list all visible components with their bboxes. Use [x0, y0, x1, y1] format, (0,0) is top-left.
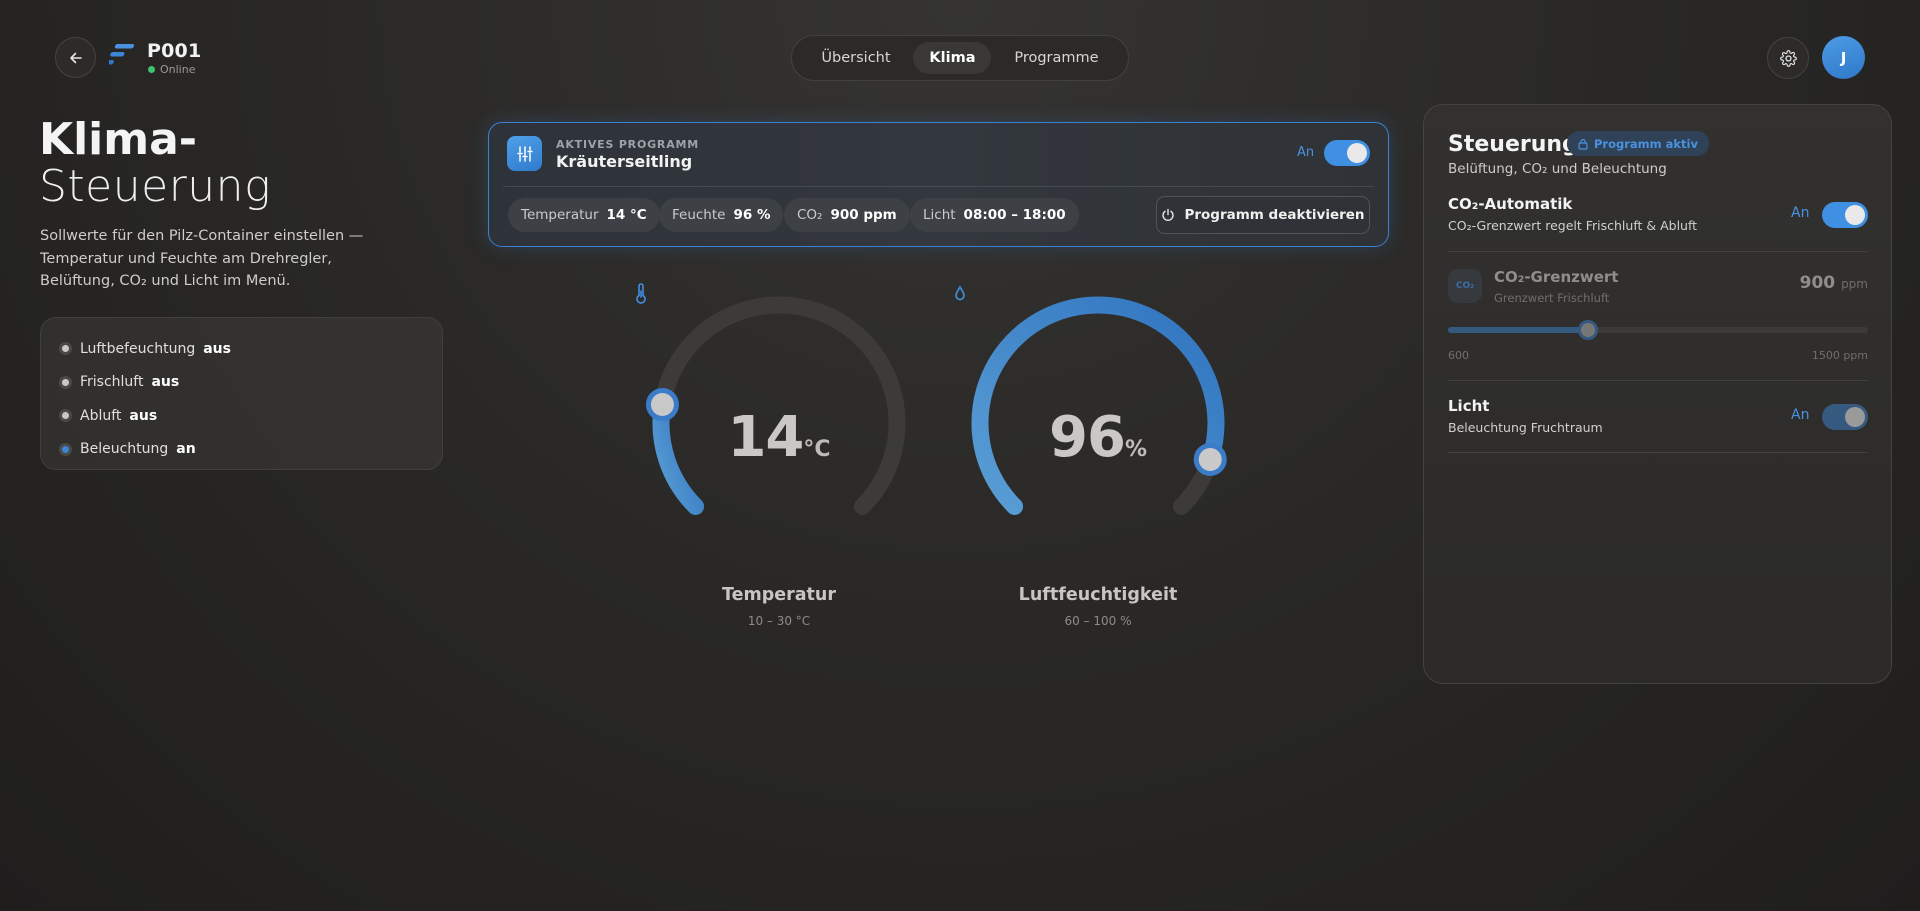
light-state: An: [1791, 407, 1810, 423]
settings-button[interactable]: [1767, 37, 1809, 79]
device-status: Online: [148, 63, 195, 76]
status-item-luftbefeuchtung: Luftbefeuchtung aus: [59, 332, 424, 366]
chip-value: 08:00 – 18:00: [963, 207, 1066, 223]
light-subtitle: Beleuchtung Fruchtraum: [1448, 420, 1603, 435]
status-led-icon: [59, 409, 72, 423]
tab-programme[interactable]: Programme: [998, 42, 1114, 74]
page-title-light: Steuerung: [39, 161, 271, 212]
humidity-dial[interactable]: 96%: [953, 283, 1243, 553]
program-active-badge: Programm aktiv: [1567, 131, 1709, 156]
slider-max-label: 1500 ppm: [1811, 349, 1868, 362]
light-title: Licht: [1448, 397, 1490, 415]
status-item-state: aus: [203, 340, 231, 357]
droplet-icon: [955, 285, 965, 301]
chip-co2: CO₂ 900 ppm: [784, 198, 910, 232]
gear-icon: [1779, 49, 1797, 67]
temperature-unit: °C: [803, 437, 831, 462]
back-button[interactable]: [55, 37, 96, 78]
temperature-number: 14: [727, 405, 804, 470]
divider: [503, 186, 1374, 187]
program-active-badge-label: Programm aktiv: [1594, 136, 1698, 151]
power-icon: [1162, 208, 1175, 221]
tab-klima[interactable]: Klima: [913, 42, 992, 74]
panel-subtitle: Belüftung, CO₂ und Beleuchtung: [1448, 161, 1667, 177]
panel-title: Steuerung: [1448, 132, 1578, 157]
chip-licht: Licht 08:00 – 18:00: [910, 198, 1079, 232]
divider: [1448, 452, 1867, 453]
page-title-bold: Klima-: [39, 114, 198, 165]
chip-feuchte: Feuchte 96 %: [659, 198, 784, 232]
humidity-number: 96: [1049, 405, 1126, 470]
slider-fill: [1448, 327, 1588, 333]
co2-icon: CO₂: [1448, 269, 1482, 303]
co2-limit-value: 900 ppm: [1784, 273, 1868, 293]
status-item-state: aus: [129, 407, 158, 424]
program-name: Kräuterseitling: [556, 152, 693, 171]
humidity-unit: %: [1124, 437, 1147, 462]
slider-thumb[interactable]: [1577, 320, 1598, 340]
device-status-text: Online: [160, 63, 196, 76]
divider: [1448, 251, 1867, 252]
thermometer-icon: [636, 283, 646, 304]
status-item-state: aus: [151, 374, 180, 391]
chip-label: Feuchte: [672, 207, 726, 223]
device-name: P001: [147, 40, 202, 62]
status-item-label: Frischluft: [80, 374, 144, 391]
main-tabs: Übersicht Klima Programme: [791, 35, 1129, 81]
program-toggle[interactable]: [1324, 140, 1370, 166]
chip-value: 14 °C: [606, 207, 647, 223]
chip-value: 900 ppm: [830, 207, 897, 223]
status-led-icon: [59, 375, 72, 389]
status-item-label: Abluft: [80, 407, 122, 424]
deactivate-program-button[interactable]: Programm deaktivieren: [1156, 196, 1370, 234]
control-panel: Steuerung Programm aktiv Belüftung, CO₂ …: [1423, 104, 1892, 684]
co2-limit-unit: ppm: [1841, 277, 1868, 291]
program-label: AKTIVES PROGRAMM: [556, 138, 700, 151]
chip-label: Temperatur: [521, 207, 599, 223]
chip-temperatur: Temperatur 14 °C: [508, 198, 660, 232]
temperature-range: 10 – 30 °C: [747, 614, 811, 628]
slider-min-label: 600: [1448, 349, 1469, 362]
tab-uebersicht[interactable]: Übersicht: [805, 42, 906, 74]
status-item-label: Beleuchtung: [80, 441, 169, 458]
program-toggle-label: An: [1297, 145, 1315, 160]
user-avatar[interactable]: J: [1822, 36, 1865, 79]
lock-icon: [1578, 138, 1588, 150]
status-item-abluft: Abluft aus: [59, 399, 424, 433]
humidity-value: 96%: [953, 405, 1243, 470]
status-item-frischluft: Frischluft aus: [59, 366, 424, 400]
status-item-state: an: [176, 441, 196, 458]
co2-limit-title: CO₂-Grenzwert: [1494, 268, 1619, 286]
chip-label: CO₂: [797, 207, 823, 223]
deactivate-program-label: Programm deaktivieren: [1184, 207, 1365, 223]
online-indicator: [148, 66, 155, 73]
chip-label: Licht: [923, 207, 956, 223]
co2-limit-number: 900: [1799, 273, 1836, 293]
temperature-title: Temperatur: [721, 585, 836, 605]
page-description: Sollwerte für den Pilz-Container einstel…: [40, 228, 364, 289]
co2-limit-slider[interactable]: [1448, 320, 1868, 340]
co2-auto-title: CO₂-Automatik: [1448, 195, 1573, 213]
temperature-dial[interactable]: 14°C: [634, 283, 924, 553]
status-led-icon: [59, 342, 72, 356]
sliders-icon: [507, 136, 542, 171]
co2-auto-state: An: [1791, 205, 1810, 221]
status-item-beleuchtung: Beleuchtung an: [59, 433, 424, 467]
co2-limit-subtitle: Grenzwert Frischluft: [1494, 291, 1610, 305]
temperature-value: 14°C: [634, 405, 924, 470]
light-toggle[interactable]: [1822, 404, 1868, 430]
brand-logo-icon: [109, 44, 135, 65]
status-led-icon: [59, 442, 72, 456]
arrow-left-icon: [69, 52, 82, 63]
chip-value: 96 %: [733, 207, 771, 223]
humidity-range: 60 – 100 %: [1064, 614, 1132, 628]
co2-auto-subtitle: CO₂-Grenzwert regelt Frischluft & Abluft: [1448, 218, 1698, 233]
status-item-label: Luftbefeuchtung: [80, 340, 196, 357]
humidity-title: Luftfeuchtigkeit: [1018, 585, 1178, 605]
device-status-card: Luftbefeuchtung aus Frischluft aus Abluft a…: [40, 317, 443, 470]
co2-auto-toggle[interactable]: [1822, 202, 1868, 228]
divider: [1448, 380, 1867, 381]
active-program-card: AKTIVES PROGRAMM Kräuterseitling An Temp…: [488, 122, 1389, 247]
